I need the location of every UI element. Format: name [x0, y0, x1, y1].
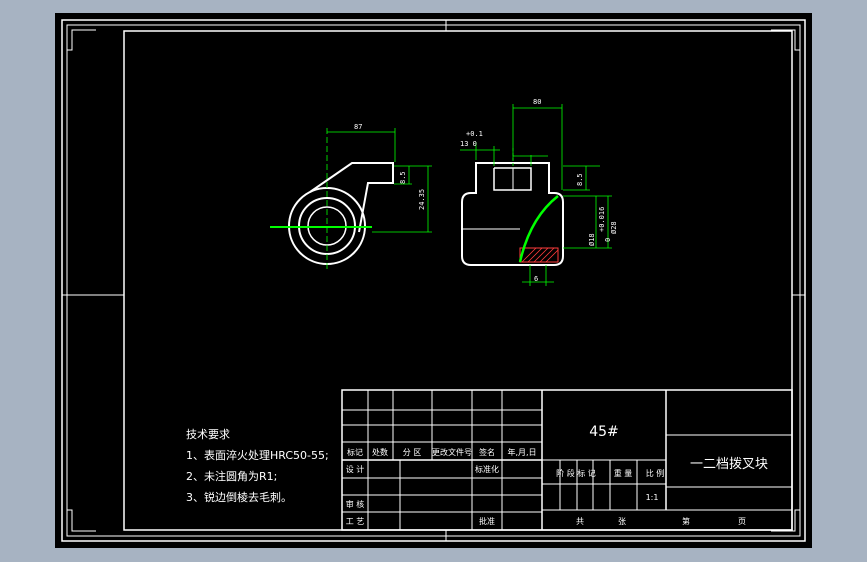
sheet-unit-label: 张	[618, 517, 626, 526]
weight-label: 重 量	[614, 468, 633, 478]
dim-dia-small: Ø18	[588, 233, 596, 246]
design-label: 设 计	[346, 464, 365, 474]
dim-dia-large: Ø28	[610, 221, 618, 234]
header-zone: 分 区	[403, 448, 422, 457]
check-label: 审 核	[346, 499, 365, 509]
header-date: 年,月,日	[507, 447, 536, 457]
notes-item-2: 2、未注圆角为R1;	[186, 469, 277, 483]
dim-24-35: 24.35	[418, 189, 426, 210]
dim-8-5-right: 8.5	[576, 173, 584, 186]
header-change-doc: 更改文件号	[432, 447, 472, 457]
dim-tol-lower: 0	[604, 238, 612, 242]
cad-drawing-viewport: 87 8.5 24.35 80 +0.1 13 0 8.5 +0.016 0 Ø…	[55, 13, 812, 548]
stage-mark-label: 阶 段 标 记	[556, 468, 596, 478]
dim-6: 6	[534, 275, 538, 283]
material-label: 45#	[589, 424, 619, 440]
sheet-no-label: 第	[682, 516, 690, 526]
notes-item-1: 1、表面淬火处理HRC50-55;	[186, 448, 329, 462]
dim-tol-plus: +0.1	[466, 130, 483, 138]
header-signature: 签名	[479, 447, 495, 457]
header-count: 处数	[372, 447, 388, 457]
dim-87: 87	[354, 123, 362, 131]
standardize-label: 标准化	[475, 464, 499, 474]
notes-title: 技术要求	[186, 428, 230, 441]
scale-label: 比 例	[646, 468, 665, 478]
scale-value: 1:1	[646, 493, 659, 502]
sheet-total-label: 共	[576, 517, 584, 526]
dim-13: 13 0	[460, 140, 477, 148]
header-mark: 标记	[347, 447, 363, 457]
dim-80: 80	[533, 98, 541, 106]
sheet-page-label: 页	[738, 517, 746, 526]
part-name: 一二档拨叉块	[690, 457, 768, 472]
notes-item-3: 3、锐边倒棱去毛刺。	[186, 490, 292, 504]
process-label: 工 艺	[346, 517, 365, 526]
dim-8-5-left: 8.5	[399, 171, 407, 184]
approve-label: 批准	[479, 516, 495, 526]
dim-tol-upper: +0.016	[598, 207, 606, 232]
